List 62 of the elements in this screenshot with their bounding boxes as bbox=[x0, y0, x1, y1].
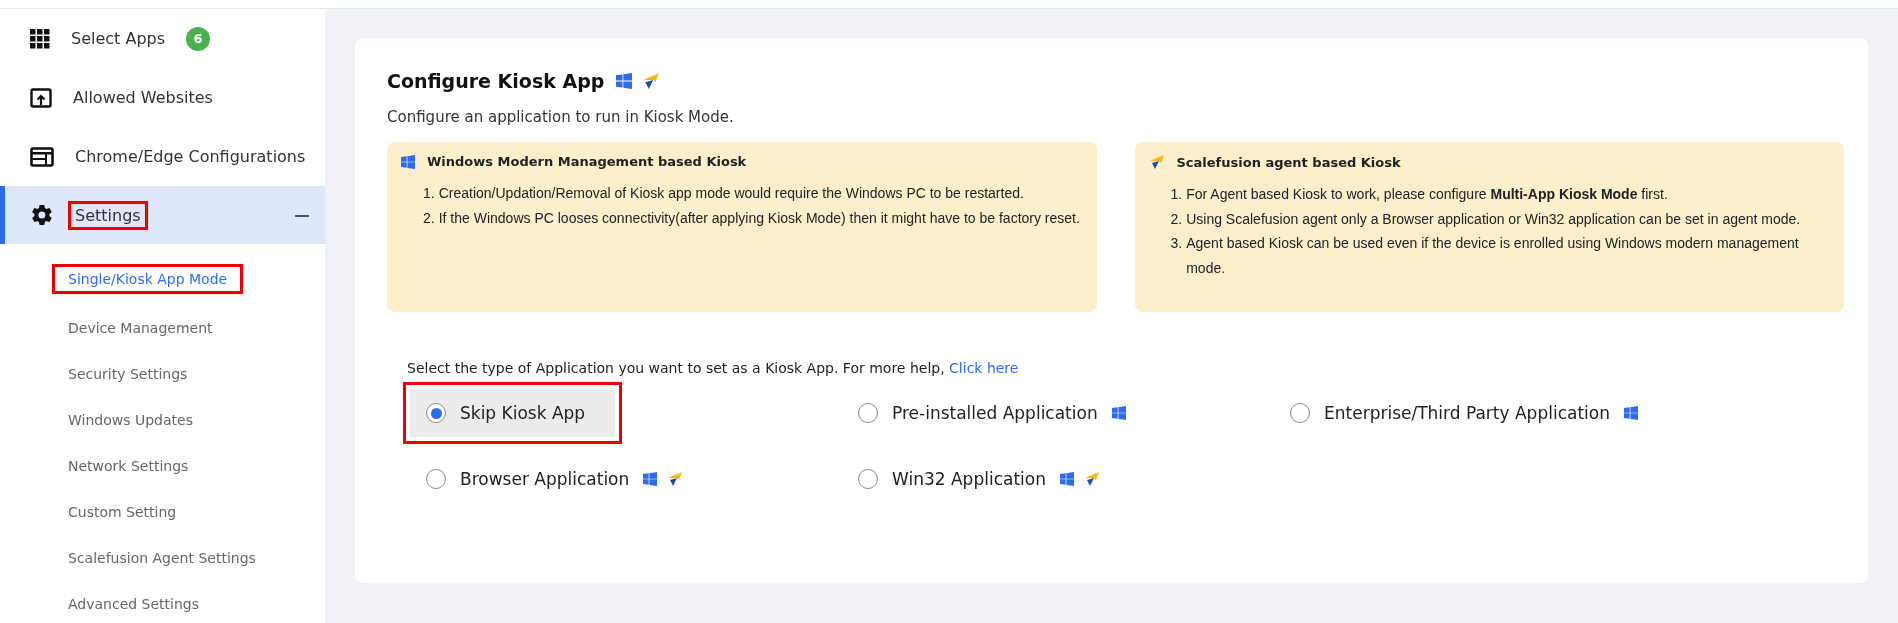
submenu-item[interactable]: Windows Updates bbox=[60, 408, 201, 432]
sidebar-item[interactable]: Select Apps 6 bbox=[0, 9, 325, 68]
windows-logo-icon bbox=[616, 73, 633, 89]
page-description: Configure an application to run in Kiosk Mode. bbox=[387, 108, 735, 126]
list-number: 1. bbox=[1170, 185, 1183, 204]
option-label: Pre-installed Application bbox=[892, 403, 1098, 423]
radio-option[interactable]: Browser Application bbox=[403, 448, 707, 510]
submenu-item[interactable]: Single/Kiosk App Mode bbox=[52, 264, 244, 294]
swoosh-logo-icon bbox=[642, 72, 661, 90]
sidebar-item-label: Settings bbox=[68, 200, 148, 230]
list-text: Creation/Updation/Removal of Kiosk app mode would require the Windows PC to be restarted. bbox=[438, 184, 1024, 203]
windows-logo-icon bbox=[643, 472, 658, 486]
swoosh-logo-icon bbox=[1083, 471, 1100, 487]
sidebar-item[interactable]: Settings bbox=[0, 186, 325, 244]
radio-option[interactable]: Pre-installed Application bbox=[835, 382, 1149, 444]
windows-logo-icon bbox=[1059, 472, 1074, 486]
page-title: Configure Kiosk App bbox=[387, 70, 605, 92]
option-label: Browser Application bbox=[460, 469, 630, 489]
radio-button[interactable] bbox=[858, 403, 878, 423]
grid-icon bbox=[30, 28, 50, 49]
submenu-item[interactable]: Network Settings bbox=[60, 454, 197, 478]
gear-icon bbox=[30, 203, 54, 227]
submenu-item[interactable]: Scalefusion Agent Settings bbox=[60, 546, 264, 570]
list-number: 2. bbox=[1170, 209, 1183, 229]
option-label: Enterprise/Third Party Application bbox=[1324, 403, 1610, 423]
submenu-item[interactable]: Advanced Settings bbox=[60, 592, 208, 616]
list-number: 3. bbox=[1170, 234, 1183, 253]
upload-window-icon bbox=[30, 87, 52, 108]
sidebar-item-label: Select Apps bbox=[70, 28, 167, 50]
panel-title: Scalefusion agent based Kiosk bbox=[1176, 154, 1401, 170]
list-number: 2. bbox=[423, 208, 435, 228]
radio-button[interactable] bbox=[426, 469, 446, 489]
radio-button[interactable] bbox=[858, 469, 878, 489]
radio-button[interactable] bbox=[426, 403, 446, 423]
list-text: Agent based Kiosk can be used even if the device is enrolled using Windows modern management mode. bbox=[1186, 234, 1800, 278]
browser-window-icon bbox=[30, 146, 54, 167]
windows-logo-icon bbox=[401, 154, 415, 169]
instruction-text: Select the type of Application you want to set as a Kiosk App. For more help, bbox=[407, 360, 945, 376]
swoosh-logo-icon bbox=[667, 471, 684, 487]
radio-option[interactable]: Skip Kiosk App bbox=[403, 382, 623, 444]
sidebar-item-label: Chrome/Edge Configurations bbox=[74, 146, 307, 168]
list-text: If the Windows PC looses connectivity(after applying Kiosk Mode) then it might have to be factory reset. bbox=[438, 208, 1080, 228]
radio-button[interactable] bbox=[1290, 403, 1310, 423]
option-label: Win32 Application bbox=[892, 469, 1046, 489]
windows-logo-icon bbox=[1623, 406, 1638, 420]
count-badge: 6 bbox=[186, 26, 211, 51]
submenu-item[interactable]: Device Management bbox=[60, 316, 221, 340]
submenu-item[interactable]: Custom Setting bbox=[60, 500, 185, 524]
windows-logo-icon bbox=[1111, 406, 1126, 420]
list-text: Using Scalefusion agent only a Browser application or Win32 application can be set in agent mode. bbox=[1186, 209, 1801, 229]
radio-option[interactable]: Win32 Application bbox=[835, 448, 1123, 510]
sidebar-item-label: Allowed Websites bbox=[72, 87, 214, 109]
panel-title: Windows Modern Management based Kiosk bbox=[427, 154, 747, 169]
sidebar-item[interactable]: Chrome/Edge Configurations bbox=[0, 127, 325, 186]
list-text: For Agent based Kiosk to work, please configure Multi-App Kiosk Mode first. bbox=[1186, 185, 1668, 204]
help-link[interactable]: Click here bbox=[949, 360, 1019, 376]
sidebar-item[interactable]: Allowed Websites bbox=[0, 68, 325, 127]
list-number: 1. bbox=[423, 184, 435, 203]
radio-option[interactable]: Enterprise/Third Party Application bbox=[1267, 382, 1661, 444]
option-label: Skip Kiosk App bbox=[460, 403, 586, 423]
submenu-item[interactable]: Security Settings bbox=[60, 362, 196, 386]
swoosh-logo-icon bbox=[1148, 154, 1165, 170]
